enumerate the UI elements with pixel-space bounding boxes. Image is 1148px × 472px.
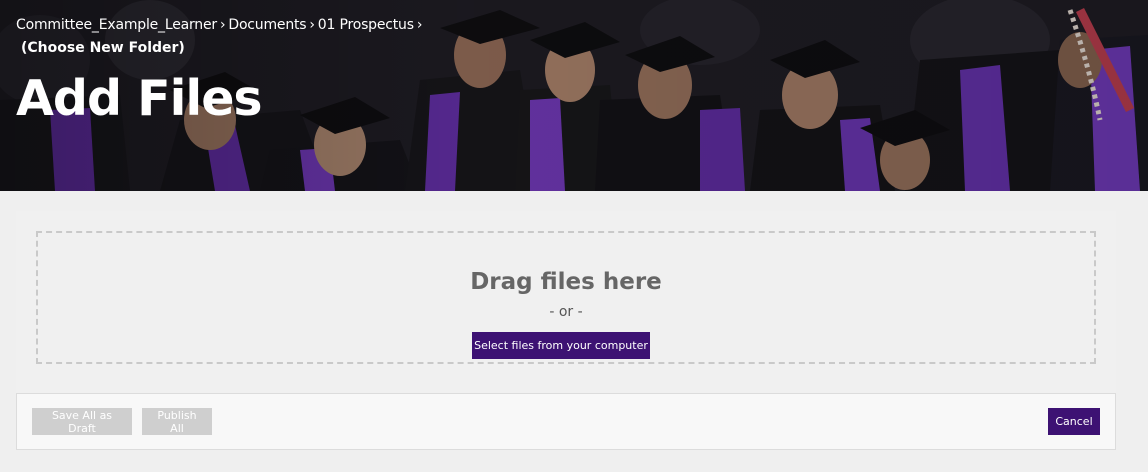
file-dropzone[interactable]: Drag files here - or - Select files from… [36, 231, 1096, 364]
cancel-button[interactable]: Cancel [1048, 408, 1100, 435]
select-files-button[interactable]: Select files from your computer [472, 332, 650, 359]
breadcrumb-item-documents[interactable]: Documents [228, 17, 306, 33]
drag-files-label: Drag files here [470, 269, 662, 295]
breadcrumb-separator: › [416, 17, 423, 33]
breadcrumb-separator: › [219, 17, 226, 33]
page-title: Add Files [16, 70, 263, 127]
save-all-as-draft-button[interactable]: Save All as Draft [32, 408, 132, 435]
header-banner: Committee_Example_Learner › Documents › 01 P… [0, 0, 1148, 191]
upload-panel: Drag files here - or - Select files from… [16, 211, 1116, 393]
breadcrumb-separator: › [309, 17, 315, 33]
publish-all-button[interactable]: Publish All [142, 408, 212, 435]
choose-new-folder-link[interactable]: (Choose New Folder) [21, 40, 185, 56]
breadcrumb: Committee_Example_Learner › Documents › 01 P… [16, 17, 425, 33]
breadcrumb-item-prospectus[interactable]: 01 Prospectus [318, 17, 414, 33]
breadcrumb-item-learner[interactable]: Committee_Example_Learner [16, 17, 217, 33]
or-separator: - or - [549, 304, 583, 320]
action-bar: Save All as Draft Publish All Cancel [16, 393, 1116, 450]
